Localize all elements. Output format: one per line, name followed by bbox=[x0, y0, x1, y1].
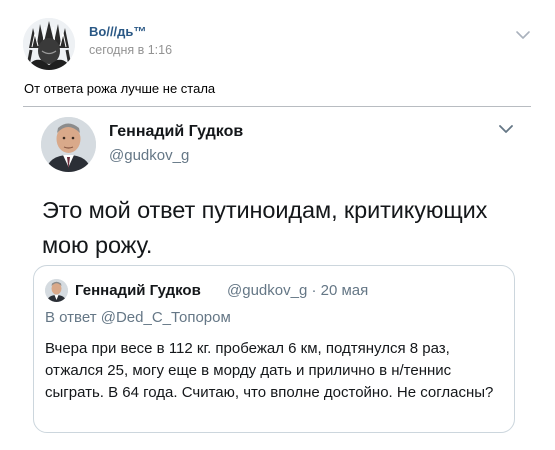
wall-post: Во///дь™ сегодня в 1:16 От ответа рожа л… bbox=[0, 0, 555, 450]
tweet-text: Это мой ответ путиноидам, критикующих мо… bbox=[42, 197, 488, 258]
headdress-portrait-icon bbox=[23, 18, 75, 70]
author-name-link[interactable]: Во///дь™ bbox=[89, 24, 146, 39]
quoted-author-avatar bbox=[45, 279, 68, 302]
attached-tweet-image[interactable]: Геннадий Гудков @gudkov_g Это мой ответ … bbox=[23, 107, 531, 450]
tweet-author-handle: @gudkov_g bbox=[109, 147, 190, 164]
quoted-author-name: Геннадий Гудков bbox=[75, 282, 201, 299]
author-avatar[interactable] bbox=[23, 18, 75, 70]
post-date[interactable]: сегодня в 1:16 bbox=[89, 43, 172, 57]
tweet-author-avatar bbox=[41, 117, 96, 172]
quoted-tweet: Геннадий Гудков @gudkov_g · 20 мая В отв… bbox=[33, 265, 515, 433]
quoted-handle-and-date: @gudkov_g · 20 мая bbox=[227, 282, 369, 299]
post-text: От ответа рожа лучше не стала bbox=[24, 81, 216, 96]
tweet-author-name: Геннадий Гудков bbox=[109, 123, 244, 140]
person-portrait-icon bbox=[41, 117, 96, 172]
person-portrait-icon bbox=[45, 279, 68, 302]
quoted-tweet-text: Вчера при весе в 112 кг. пробежал 6 км, … bbox=[45, 340, 494, 401]
quoted-reply-to: В ответ @Ded_C_Топором bbox=[45, 309, 231, 326]
chevron-down-icon[interactable] bbox=[515, 27, 531, 43]
chevron-down-icon bbox=[497, 122, 515, 136]
